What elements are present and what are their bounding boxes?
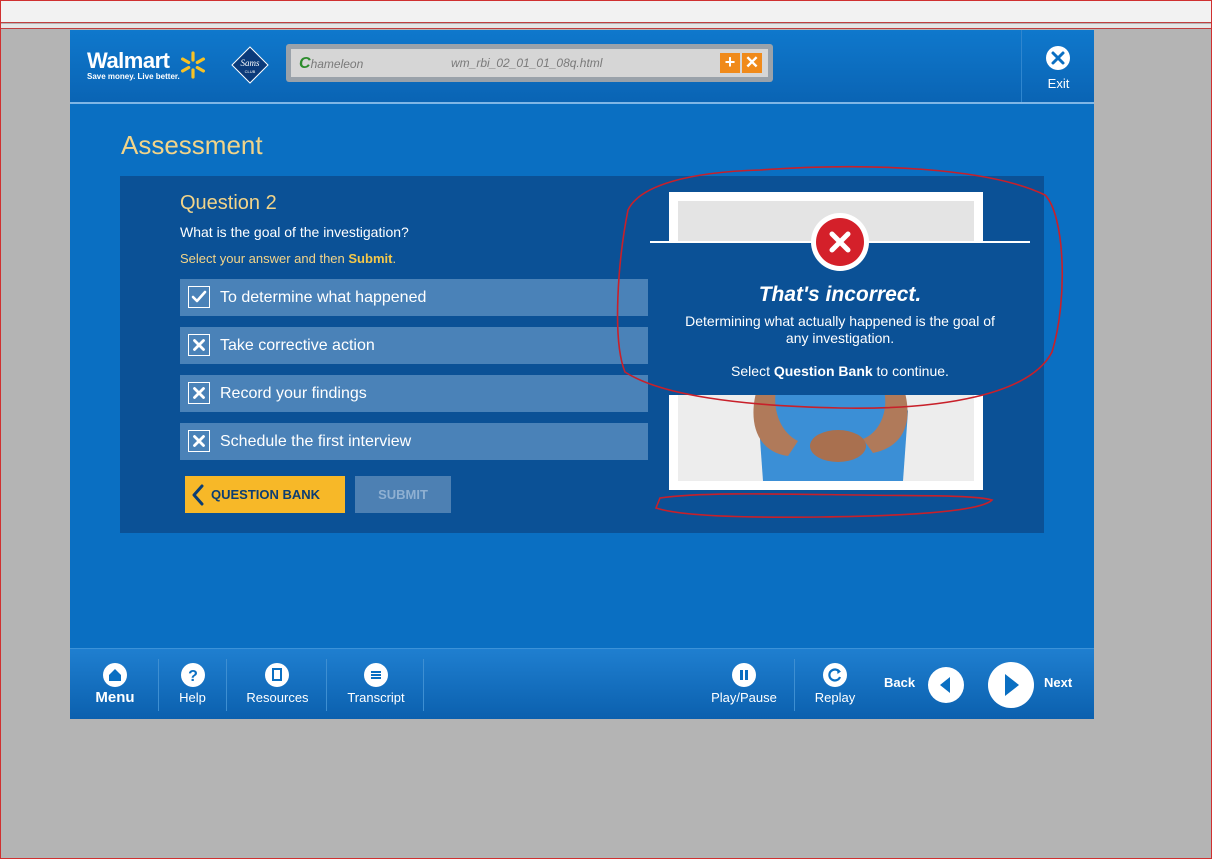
error-icon-fill: [816, 218, 864, 266]
replay-icon: [823, 663, 847, 687]
help-button[interactable]: ? Help: [160, 649, 225, 719]
arrow-left-icon: [940, 677, 950, 693]
course-player: Walmart Save money. Live better. Sams CL…: [70, 30, 1094, 719]
page-title: Assessment: [121, 130, 263, 160]
play-pause-button[interactable]: Play/Pause: [700, 649, 788, 719]
sams-logo-sub: CLUB: [245, 69, 256, 74]
sams-club-logo: Sams CLUB: [231, 46, 269, 84]
exit-label: Exit: [1047, 76, 1070, 91]
player-footer: Menu ? Help Resources Transcript Play/Pa…: [70, 648, 1094, 719]
feedback-continue-bold: Question Bank: [773, 363, 873, 379]
instruction-prefix: Select your answer and then: [180, 251, 349, 266]
sams-logo-text: Sams: [240, 58, 259, 68]
menu-button[interactable]: Menu: [80, 649, 150, 719]
footer-divider: [326, 659, 327, 711]
resources-label: Resources: [246, 690, 309, 705]
question-bank-button[interactable]: QUESTION BANK: [185, 476, 345, 513]
help-icon: ?: [181, 663, 205, 687]
feedback-body: Determining what actually happened is th…: [685, 313, 995, 346]
pause-icon: [732, 663, 756, 687]
viewer-toolbar: Chameleon wm_rbi_02_01_01_08q.html + ✕: [286, 44, 773, 82]
browser-sub-bar: [0, 24, 1212, 29]
x-mark-icon: [188, 382, 210, 404]
submit-label: SUBMIT: [378, 487, 428, 502]
viewer-file-name: wm_rbi_02_01_01_08q.html: [451, 56, 603, 70]
error-icon: [811, 213, 869, 271]
exit-button[interactable]: Exit: [1021, 30, 1095, 102]
question-text: What is the goal of the investigation?: [180, 224, 409, 240]
answer-option-label: Take corrective action: [220, 337, 375, 354]
viewer-close-button[interactable]: ✕: [742, 53, 762, 73]
play-pause-label: Play/Pause: [711, 690, 777, 705]
help-label: Help: [179, 690, 206, 705]
answer-option-1[interactable]: To determine what happened: [180, 279, 648, 316]
back-button[interactable]: [928, 667, 964, 703]
answer-option-3[interactable]: Record your findings: [180, 375, 648, 412]
feedback-continue: Select Question Bank to continue.: [650, 363, 1030, 379]
instruction-action: Submit: [348, 251, 393, 266]
chevron-left-icon: [192, 484, 204, 506]
x-mark-icon: [188, 430, 210, 452]
question-title: Question 2: [180, 192, 277, 214]
svg-text:?: ?: [188, 668, 198, 685]
footer-divider: [794, 659, 795, 711]
browser-top-bar: [0, 0, 1212, 23]
answer-option-2[interactable]: Take corrective action: [180, 327, 648, 364]
answer-option-label: To determine what happened: [220, 289, 427, 306]
feedback-title: That's incorrect.: [758, 283, 922, 306]
walmart-logo-name: Walmart: [87, 48, 170, 73]
transcript-label: Transcript: [347, 690, 405, 705]
player-header: Walmart Save money. Live better. Sams CL…: [70, 30, 1094, 104]
chameleon-logo-c: C: [299, 55, 311, 72]
feedback-continue-prefix: Select: [731, 363, 774, 379]
resources-button[interactable]: Resources: [230, 649, 325, 719]
answer-option-4[interactable]: Schedule the first interview: [180, 423, 648, 460]
viewer-add-button[interactable]: +: [720, 53, 740, 73]
footer-divider: [158, 659, 159, 711]
home-icon: [103, 663, 127, 687]
back-label[interactable]: Back: [884, 675, 915, 690]
chameleon-logo: Chameleon: [299, 55, 363, 73]
next-button[interactable]: [988, 662, 1034, 708]
transcript-button[interactable]: Transcript: [330, 649, 422, 719]
question-bank-label: QUESTION BANK: [211, 487, 321, 502]
answer-option-label: Schedule the first interview: [220, 433, 412, 450]
walmart-spark-icon: [180, 51, 205, 79]
chameleon-logo-text: hameleon: [310, 57, 364, 71]
transcript-icon: [364, 663, 388, 687]
walmart-logo: Walmart Save money. Live better.: [87, 48, 180, 81]
footer-divider: [423, 659, 424, 711]
arrow-right-icon: [1005, 674, 1019, 696]
feedback-continue-suffix: to continue.: [872, 363, 949, 379]
question-instruction: Select your answer and then Submit.: [180, 251, 396, 266]
next-label[interactable]: Next: [1044, 675, 1072, 690]
checkmark-icon: [188, 286, 210, 308]
replay-button[interactable]: Replay: [800, 649, 870, 719]
replay-label: Replay: [814, 690, 856, 705]
resources-icon: [265, 663, 289, 687]
menu-label: Menu: [95, 689, 135, 706]
submit-button[interactable]: SUBMIT: [355, 476, 451, 513]
walmart-logo-tagline: Save money. Live better.: [87, 72, 180, 81]
answer-option-label: Record your findings: [220, 385, 367, 402]
viewer-toolbar-inner: Chameleon wm_rbi_02_01_01_08q.html + ✕: [291, 49, 768, 77]
footer-divider: [226, 659, 227, 711]
close-icon: [1046, 46, 1070, 70]
x-mark-icon: [188, 334, 210, 356]
instruction-suffix: .: [392, 251, 397, 266]
